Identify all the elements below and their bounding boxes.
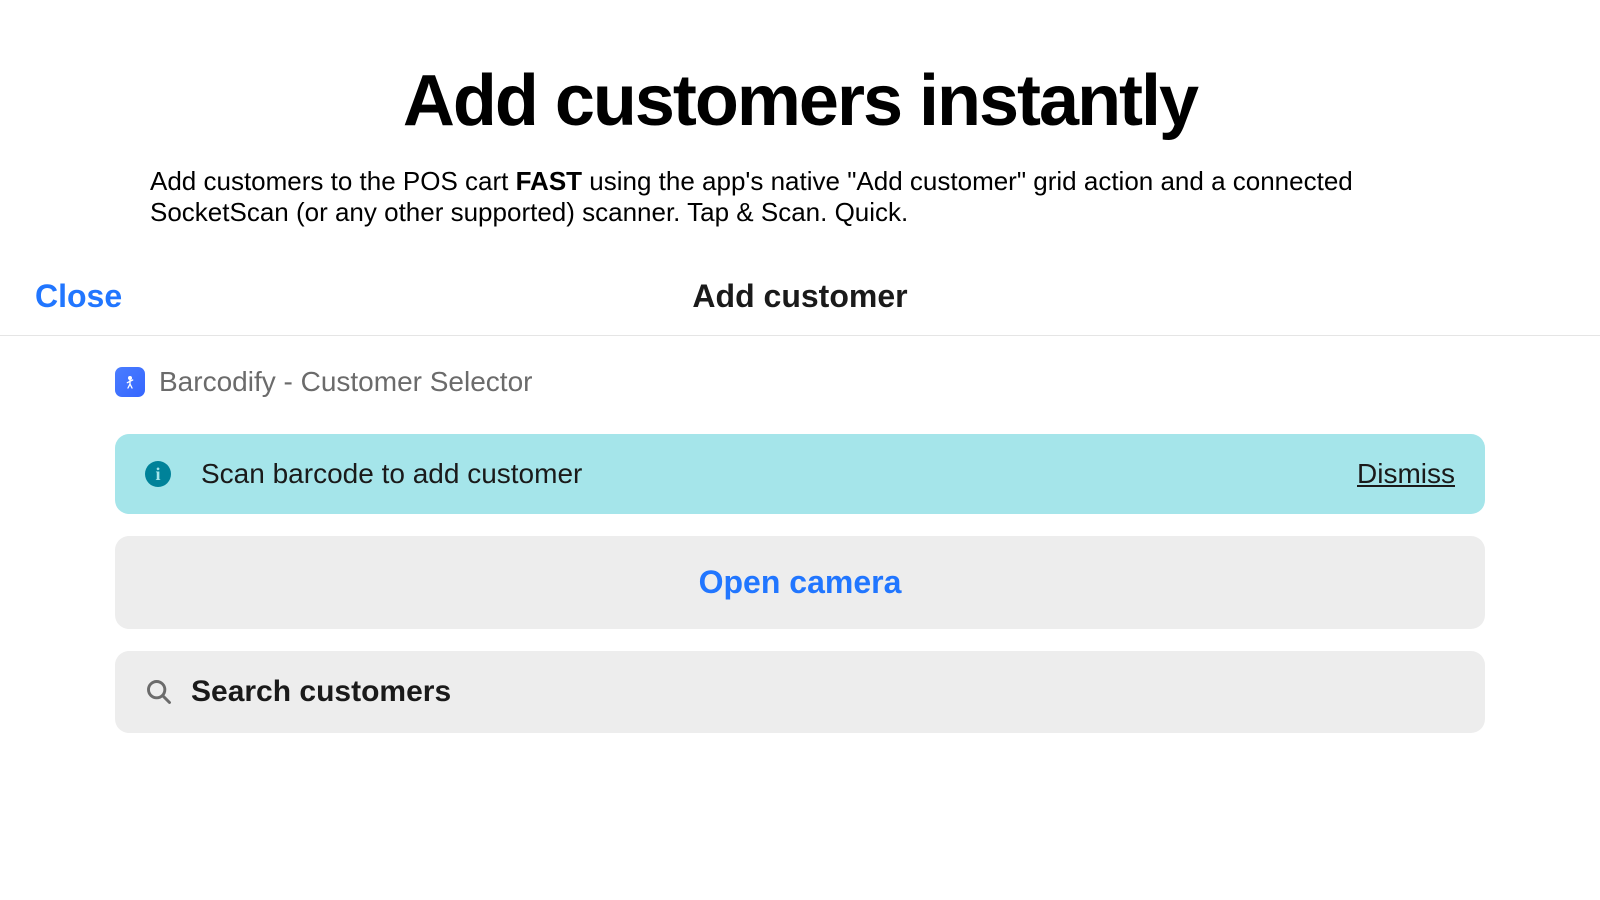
search-placeholder: Search customers [191, 675, 451, 709]
hero-subtitle-bold: FAST [516, 166, 582, 196]
close-button[interactable]: Close [35, 278, 122, 315]
info-icon: i [145, 461, 171, 487]
hero-subtitle: Add customers to the POS cart FAST using… [150, 166, 1450, 228]
app-icon [115, 367, 145, 397]
modal-title: Add customer [692, 278, 907, 315]
hero-section: Add customers instantly Add customers to… [0, 0, 1600, 258]
info-banner-message: Scan barcode to add customer [201, 458, 1357, 490]
dismiss-button[interactable]: Dismiss [1357, 458, 1455, 490]
search-customers-input[interactable]: Search customers [115, 651, 1485, 733]
app-identifier-row: Barcodify - Customer Selector [115, 366, 1485, 398]
modal-body: Barcodify - Customer Selector i Scan bar… [0, 336, 1600, 733]
hero-subtitle-pre: Add customers to the POS cart [150, 166, 516, 196]
info-banner: i Scan barcode to add customer Dismiss [115, 434, 1485, 514]
app-name-label: Barcodify - Customer Selector [159, 366, 532, 398]
modal-header: Close Add customer [0, 258, 1600, 336]
open-camera-button[interactable]: Open camera [115, 536, 1485, 629]
search-icon [145, 678, 173, 706]
hero-title: Add customers instantly [150, 60, 1450, 142]
